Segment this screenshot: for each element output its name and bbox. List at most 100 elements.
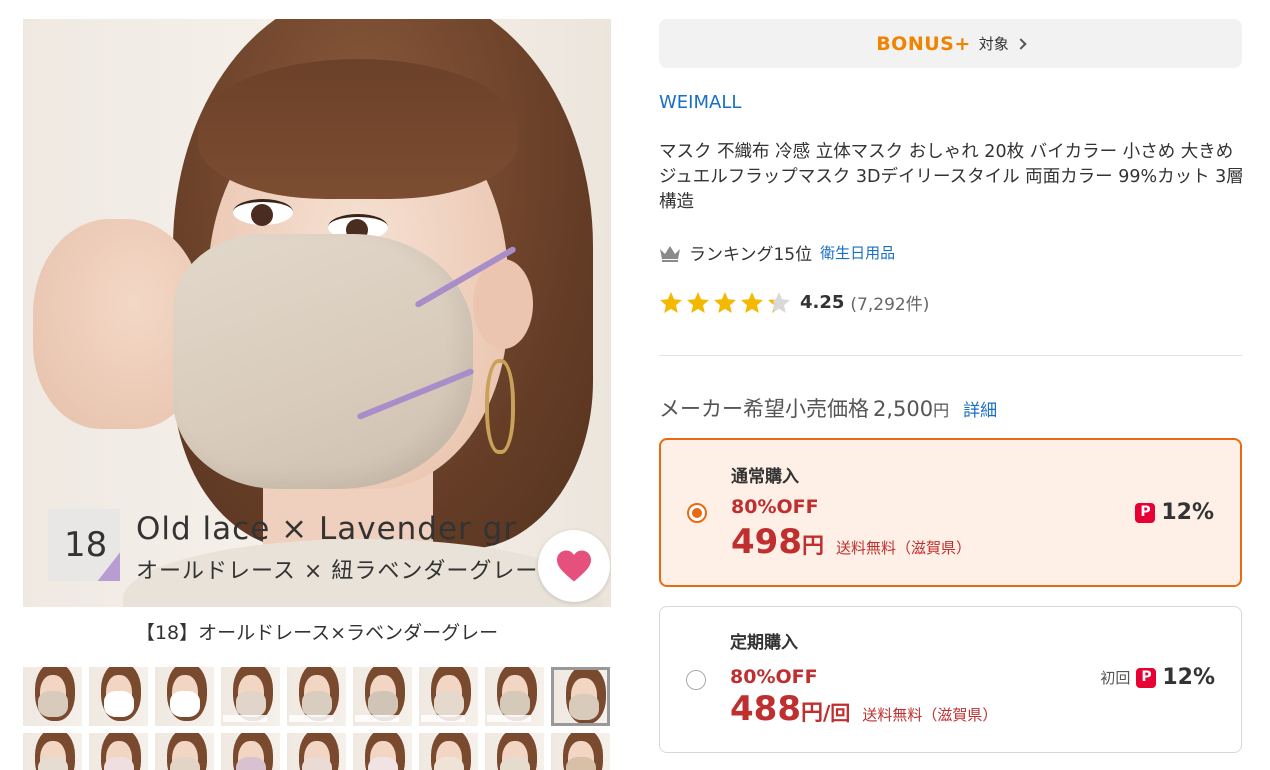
shipping-info: 送料無料（滋賀県） <box>862 706 998 724</box>
star-icon <box>660 291 682 313</box>
price-per-delivery: /回 <box>823 701 851 725</box>
product-title: マスク 不織布 冷感 立体マスク おしゃれ 20枚 バイカラー 小さめ 大きめ … <box>659 142 1244 212</box>
thumbnail[interactable] <box>353 733 412 770</box>
thumbnail[interactable] <box>551 667 610 726</box>
model-bangs <box>198 59 518 199</box>
points-info: 初回 12% <box>1100 665 1215 690</box>
thumbnail[interactable] <box>155 667 214 726</box>
thumbnail[interactable] <box>89 667 148 726</box>
price-row: 498 円 送料無料（滋賀県） <box>731 522 971 562</box>
color-name-en: Old lace × Lavender gr <box>136 511 518 547</box>
thumbnail-mask <box>302 757 332 770</box>
ranking-category-link[interactable]: 衛生日用品 <box>820 242 895 263</box>
ranking-label: ランキング15位 <box>689 245 813 265</box>
mrp-yen: 円 <box>933 401 950 420</box>
points-rate: 12% <box>1162 665 1215 690</box>
thumbnail[interactable] <box>551 733 610 770</box>
star-icon <box>741 291 763 313</box>
earring <box>485 359 515 454</box>
thumbnail-label-bar <box>289 715 333 722</box>
thumbnail[interactable] <box>23 733 82 770</box>
thumbnail[interactable] <box>221 667 280 726</box>
paypay-icon <box>1136 667 1157 688</box>
star-icon <box>687 291 709 313</box>
thumbnail-label-bar <box>487 715 531 722</box>
divider <box>659 355 1242 356</box>
thumbnail-mask <box>170 691 200 717</box>
ranking-row: ランキング15位 衛生日用品 <box>659 240 895 265</box>
model-ear <box>473 259 533 349</box>
thumbnail-mask <box>434 757 464 770</box>
mrp-label: メーカー希望小売価格 <box>659 397 869 421</box>
thumbnail[interactable] <box>353 667 412 726</box>
crown-icon <box>660 245 680 262</box>
manufacturer-price-row: メーカー希望小売価格 2,500 円 詳細 <box>659 393 997 423</box>
thumbnail-mask <box>104 691 134 717</box>
favorite-button[interactable] <box>538 530 610 602</box>
thumbnail[interactable] <box>23 667 82 726</box>
product-mask <box>173 234 473 489</box>
shipping-info: 送料無料（滋賀県） <box>836 539 972 557</box>
thumbnail-mask <box>38 757 68 770</box>
thumbnail-mask <box>104 757 134 770</box>
purchase-type-label: 通常購入 <box>731 467 799 487</box>
price-row: 488 円 /回 送料無料（滋賀県） <box>730 689 997 729</box>
thumbnail[interactable] <box>419 667 478 726</box>
thumbnail-mask <box>569 694 599 720</box>
discount-label: 80%OFF <box>731 496 819 518</box>
star-icon <box>768 291 790 313</box>
thumbnail[interactable] <box>155 733 214 770</box>
first-time-label: 初回 <box>1100 669 1131 687</box>
star-icon <box>714 291 736 313</box>
sale-price: 498 <box>731 522 802 562</box>
mrp-price: 2,500 <box>873 397 934 421</box>
thumbnail-mask <box>236 691 266 717</box>
rating-score: 4.25 <box>800 292 845 313</box>
subscription-purchase-option[interactable]: 定期購入 80%OFF 488 円 /回 送料無料（滋賀県） 初回 12% <box>659 606 1242 753</box>
thumbnail[interactable] <box>485 667 544 726</box>
thumbnail-mask <box>236 757 266 770</box>
thumbnail-mask <box>566 757 596 770</box>
subscription-purchase-radio[interactable] <box>686 670 706 690</box>
purchase-type-label: 定期購入 <box>730 633 798 653</box>
heart-icon <box>557 550 591 582</box>
thumbnail[interactable] <box>485 733 544 770</box>
color-number: 18 <box>64 525 108 565</box>
thumbnail[interactable] <box>287 667 346 726</box>
thumbnail-strip <box>23 667 613 770</box>
normal-purchase-radio[interactable] <box>687 503 707 523</box>
points-rate: 12% <box>1161 500 1214 525</box>
star-rating <box>659 291 794 315</box>
thumbnail-mask <box>368 691 398 717</box>
price-yen: 円 <box>801 534 824 559</box>
normal-purchase-option[interactable]: 通常購入 80%OFF 498 円 送料無料（滋賀県） 12% <box>659 438 1242 587</box>
points-info: 12% <box>1135 500 1214 525</box>
mrp-detail-link[interactable]: 詳細 <box>963 396 997 421</box>
thumbnail-label-bar <box>355 715 399 722</box>
thumbnail-mask <box>38 691 68 717</box>
color-name-jp: オールドレース × 紐ラベンダーグレー <box>136 559 539 584</box>
bonus-plus-logo: BONUS+ <box>876 32 971 55</box>
thumbnail[interactable] <box>287 733 346 770</box>
price-yen: 円 <box>800 701 823 726</box>
rating-row[interactable]: 4.25 (7,292件) <box>659 290 929 315</box>
thumbnail-mask <box>500 691 530 717</box>
main-product-image[interactable]: 18 Old lace × Lavender gr オールドレース × 紐ラベン… <box>23 19 611 607</box>
thumbnail-mask <box>302 691 332 717</box>
thumbnail-mask <box>170 757 200 770</box>
bonus-plus-banner[interactable]: BONUS+ 対象 <box>659 19 1242 68</box>
review-count[interactable]: (7,292件) <box>850 290 929 315</box>
model-eye <box>233 199 293 226</box>
sale-price: 488 <box>730 689 801 729</box>
thumbnail-mask <box>368 757 398 770</box>
shop-name-link[interactable]: WEIMALL <box>659 92 741 113</box>
paypay-icon <box>1135 502 1156 523</box>
image-caption: 【18】オールドレース×ラベンダーグレー <box>135 622 499 644</box>
thumbnail[interactable] <box>419 733 478 770</box>
bonus-target-label: 対象 <box>978 35 1009 53</box>
thumbnail[interactable] <box>221 733 280 770</box>
color-number-box: 18 <box>48 509 120 581</box>
thumbnail-label-bar <box>223 715 267 722</box>
thumbnail-mask <box>434 691 464 717</box>
thumbnail[interactable] <box>89 733 148 770</box>
